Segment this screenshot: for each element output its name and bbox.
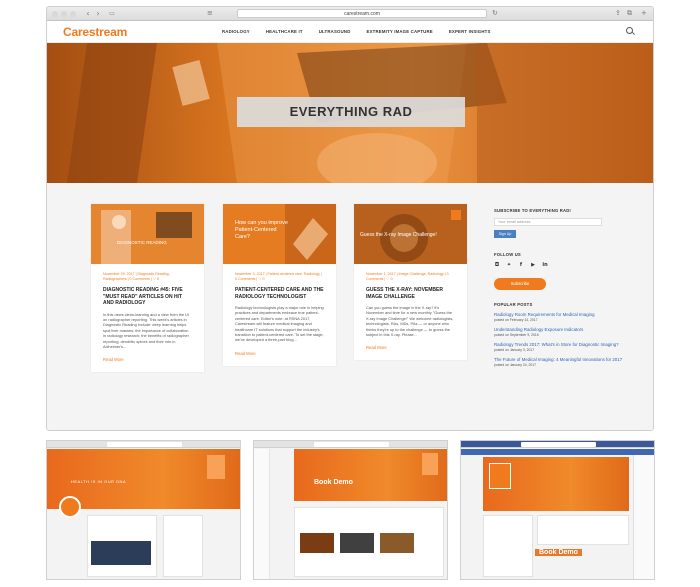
popular-posts-heading: POPULAR POSTS [494,302,533,307]
popular-post-date: posted on February 14, 2017 [494,317,538,322]
banner-text: Book Demo [314,479,353,486]
popular-post: Radiology Room Requirements for Medical … [494,312,624,322]
popular-post: Understanding Radiology Exposure Indicat… [494,327,624,337]
new-tab-icon[interactable]: + [641,9,647,18]
popular-post-date: posted on January 24, 2017 [494,362,537,367]
site-header: Carestream RADIOLOGY HEALTHCARE IT ULTRA… [47,21,653,43]
post-card: Guess the X-ray Image Challenge! Novembe… [354,204,467,361]
back-icon[interactable]: ‹ [83,9,93,18]
popular-post-link[interactable]: The Future of Medical Imaging: 4 Meaning… [494,357,624,363]
post-meta[interactable]: November 1, 2017 | Image Challenge, Radi… [366,272,455,282]
carestream-logo[interactable]: Carestream [63,25,127,39]
blog-content: DIAGNOSTIC READING November 29, 2017 | D… [47,184,653,430]
nav-extremity-image-capture[interactable]: EXTREMITY IMAGE CAPTURE [367,29,433,34]
nav-healthcare-it[interactable]: HEALTHCARE IT [266,29,303,34]
youtube-icon[interactable]: ▶ [530,262,536,268]
hero-banner: EVERYTHING RAD [47,43,653,183]
post-title[interactable]: GUESS THE X-RAY: NOVEMBER IMAGE CHALLENG… [366,287,455,300]
popular-post: Radiology Trends 2017: What's in Store f… [494,342,624,352]
email-input[interactable]: Your email address [494,218,602,226]
nav-radiology[interactable]: RADIOLOGY [222,29,250,34]
follow-heading: FOLLOW US [494,252,521,257]
facebook-icon[interactable]: f [518,262,524,268]
browser-toolbar: ‹ › ▭ ≡ carestream.com ↻ ⇪ ⧉ + [47,7,653,21]
forward-icon[interactable]: › [93,9,103,18]
sidebar-toggle-icon[interactable]: ▭ [107,9,117,18]
nav-ultrasound[interactable]: ULTRASOUND [319,29,351,34]
reader-icon[interactable]: ≡ [207,9,213,18]
linkedin-icon[interactable]: in [542,262,548,268]
post-title[interactable]: DIAGNOSTIC READING #45: FIVE "MUST READ"… [103,287,192,307]
search-icon[interactable] [626,27,633,34]
nav-expert-insights[interactable]: EXPERT INSIGHTS [449,29,491,34]
post-excerpt: Radiology technologists play a major rol… [235,305,324,343]
subscribe-button[interactable]: Subscribe [494,278,546,290]
image-caption: Guess the X-ray Image Challenge! [360,232,437,238]
profile-avatar [59,496,81,518]
image-caption: How can you improve Patient-Centered Car… [235,220,288,240]
maximize-window-button[interactable] [70,11,76,17]
subscribe-heading: SUBSCRIBE TO EVERYTHING RAD! [494,208,572,213]
address-bar[interactable]: carestream.com [237,9,487,18]
popular-post: The Future of Medical Imaging: 4 Meaning… [494,357,624,367]
twitter-icon[interactable]: ✦ [506,262,512,268]
banner-text: HEALTH IS IN OUR DNA [71,479,127,484]
diagnostic-reading-image [91,204,204,264]
youtube-page-thumbnail[interactable]: Book Demo [253,440,448,580]
post-excerpt: In this news clean-learning and a view f… [103,311,190,349]
close-window-button[interactable] [52,11,58,17]
popular-post-date: posted on January 3, 2017 [494,347,535,352]
post-card: DIAGNOSTIC READING November 29, 2017 | D… [91,204,204,373]
post-meta[interactable]: November 3, 2017 | Patient-centered care… [235,272,324,282]
share-icon[interactable]: ⇪ [615,9,621,18]
popular-post-link[interactable]: Radiology Trends 2017: What's in Store f… [494,342,624,348]
read-more-link[interactable]: Read More [235,351,324,356]
banner-text: Book Demo [535,549,582,556]
twitter-page-thumbnail[interactable]: HEALTH IS IN OUR DNA [46,440,241,580]
popular-post-date: posted on September 9, 2016 [494,332,539,337]
post-title[interactable]: PATIENT-CENTERED CARE AND THE RADIOLOGY … [235,287,324,300]
sidebar: SUBSCRIBE TO EVERYTHING RAD! Your email … [494,208,624,372]
facebook-page-thumbnail[interactable]: Book Demo [460,440,655,580]
post-meta[interactable]: November 29, 2017 | Diagnostic Reading, … [103,272,192,282]
read-more-link[interactable]: Read More [103,357,192,362]
post-image[interactable]: DIAGNOSTIC READING [91,204,204,264]
minimize-window-button[interactable] [61,11,67,17]
reload-icon[interactable]: ↻ [492,9,498,18]
hero-title: EVERYTHING RAD [237,97,465,127]
post-excerpt: Can you guess the image in the X-ray? It… [366,305,454,338]
logo-tile [207,455,225,479]
sign-up-button[interactable]: Sign Up [494,230,516,238]
social-links: ◘ ✦ f ▶ in [494,262,624,268]
image-caption: DIAGNOSTIC READING [117,240,167,245]
main-nav: RADIOLOGY HEALTHCARE IT ULTRASOUND EXTRE… [222,29,491,34]
read-more-link[interactable]: Read More [366,345,455,350]
instagram-icon[interactable]: ◘ [494,262,500,268]
tabs-icon[interactable]: ⧉ [627,9,632,18]
browser-window: ‹ › ▭ ≡ carestream.com ↻ ⇪ ⧉ + Carestrea… [46,6,654,431]
post-card: How can you improve Patient-Centered Car… [223,204,336,366]
post-image[interactable]: Guess the X-ray Image Challenge! [354,204,467,264]
post-image[interactable]: How can you improve Patient-Centered Car… [223,204,336,264]
